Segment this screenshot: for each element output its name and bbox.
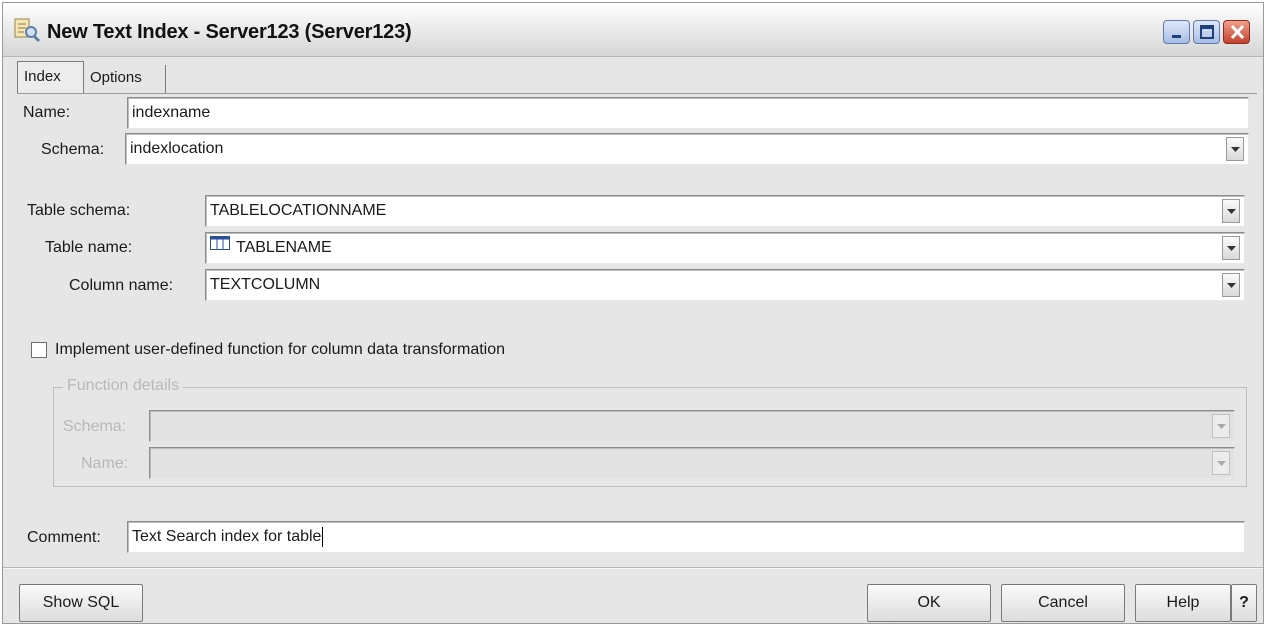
comment-value: Text Search index for table bbox=[132, 528, 322, 545]
chevron-down-icon bbox=[1227, 246, 1236, 251]
column-name-label: Column name: bbox=[69, 277, 174, 294]
schema-value: indexlocation bbox=[130, 140, 224, 157]
comment-field[interactable]: Text Search index for table bbox=[127, 521, 1245, 553]
schema-dropdown-button[interactable] bbox=[1226, 137, 1244, 161]
column-name-value: TEXTCOLUMN bbox=[210, 276, 321, 293]
table-name-combo[interactable]: TABLENAME bbox=[205, 232, 1245, 264]
table-name-value: TABLENAME bbox=[236, 239, 332, 256]
comment-label: Comment: bbox=[27, 529, 101, 546]
window-title: New Text Index - Server123 (Server123) bbox=[47, 21, 412, 43]
minimize-button[interactable] bbox=[1163, 20, 1190, 44]
title-bar: New Text Index - Server123 (Server123) bbox=[3, 3, 1263, 57]
table-name-dropdown-button[interactable] bbox=[1222, 236, 1240, 260]
show-sql-button[interactable]: Show SQL bbox=[19, 584, 143, 622]
function-name-label: Name: bbox=[81, 455, 129, 472]
close-icon bbox=[1230, 24, 1245, 40]
maximize-icon bbox=[1200, 25, 1214, 39]
function-schema-combo[interactable] bbox=[149, 410, 1235, 442]
name-field[interactable]: indexname bbox=[127, 97, 1249, 129]
maximize-button[interactable] bbox=[1193, 20, 1220, 44]
column-name-combo[interactable]: TEXTCOLUMN bbox=[205, 269, 1245, 301]
table-icon bbox=[210, 231, 230, 261]
udf-checkbox[interactable] bbox=[31, 342, 47, 358]
chevron-down-icon bbox=[1217, 461, 1226, 466]
table-name-label: Table name: bbox=[45, 239, 133, 256]
chevron-down-icon bbox=[1227, 209, 1236, 214]
udf-checkbox-label[interactable]: Implement user-defined function for colu… bbox=[55, 341, 505, 359]
help-button[interactable]: Help bbox=[1135, 584, 1231, 622]
context-help-button[interactable]: ? bbox=[1231, 584, 1257, 622]
table-schema-dropdown-button[interactable] bbox=[1222, 199, 1240, 223]
column-name-dropdown-button[interactable] bbox=[1222, 273, 1240, 297]
name-label: Name: bbox=[23, 104, 71, 121]
button-bar-separator-highlight bbox=[3, 568, 1263, 569]
table-schema-combo[interactable]: TABLELOCATIONNAME bbox=[205, 195, 1245, 227]
ok-button[interactable]: OK bbox=[867, 584, 991, 622]
function-schema-dropdown-button[interactable] bbox=[1212, 414, 1230, 438]
tab-options[interactable]: Options bbox=[84, 65, 166, 93]
schema-combo[interactable]: indexlocation bbox=[125, 133, 1249, 165]
schema-label: Schema: bbox=[41, 141, 105, 158]
text-cursor bbox=[322, 526, 324, 547]
chevron-down-icon bbox=[1227, 283, 1236, 288]
chevron-down-icon bbox=[1217, 424, 1226, 429]
table-schema-label: Table schema: bbox=[27, 202, 131, 219]
minimize-icon bbox=[1172, 35, 1181, 38]
close-button[interactable] bbox=[1223, 20, 1250, 44]
chevron-down-icon bbox=[1231, 147, 1240, 152]
new-text-index-dialog: New Text Index - Server123 (Server123) I… bbox=[2, 2, 1264, 624]
text-index-app-icon bbox=[13, 17, 41, 43]
tab-panel-border bbox=[17, 93, 1257, 94]
function-schema-label: Schema: bbox=[63, 418, 127, 435]
tab-index[interactable]: Index bbox=[17, 61, 84, 93]
function-details-title: Function details bbox=[63, 377, 184, 395]
function-name-dropdown-button[interactable] bbox=[1212, 451, 1230, 475]
table-schema-value: TABLELOCATIONNAME bbox=[210, 202, 387, 219]
function-name-combo[interactable] bbox=[149, 447, 1235, 479]
cancel-button[interactable]: Cancel bbox=[1001, 584, 1125, 622]
